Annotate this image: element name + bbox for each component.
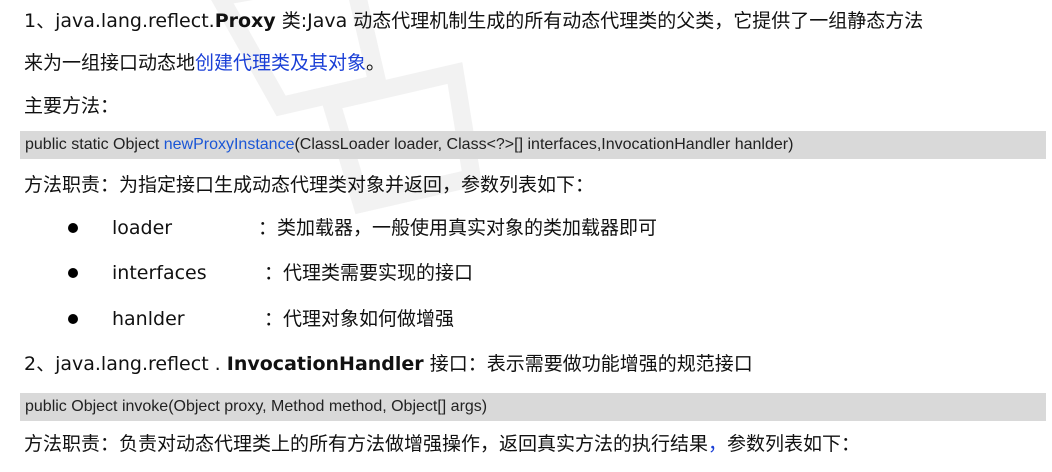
method-description-1: 方法职责：为指定接口生成动态代理类对象并返回，参数列表如下： — [24, 174, 595, 196]
ih-prefix: 2、java.lang.reflect . — [24, 353, 227, 375]
main-methods-label: 主要方法： — [24, 95, 120, 117]
ih-description: 接口：表示需要做功能增强的规范接口 — [423, 353, 753, 375]
bullet-icon — [68, 223, 78, 233]
ih-class-name: InvocationHandler — [226, 353, 424, 375]
param-name: hanlder — [112, 308, 185, 330]
proxy-description-cont: 来为一组接口动态地 — [24, 52, 196, 74]
bullet-icon — [68, 268, 78, 278]
desc2-text-a: 方法职责：负责对动态代理类上的所有方法做增强操作，返回真实方法的执行结果 — [24, 433, 709, 455]
param-name: loader — [112, 217, 173, 239]
code1-after: (ClassLoader loader, Class<?>[] interfac… — [294, 136, 794, 153]
code1-before: public static Object — [25, 136, 164, 153]
proxy-paragraph-line1: 1、java.lang.reflect.Proxy 类:Java 动态代理机制生… — [24, 7, 923, 35]
proxy-prefix: 1、java.lang.reflect. — [24, 10, 215, 32]
proxy-class-name: Proxy — [214, 10, 276, 32]
method-description-2: 方法职责：负责对动态代理类上的所有方法做增强操作，返回真实方法的执行结果，参数列… — [24, 430, 860, 458]
param-desc: ：代理类需要实现的接口 — [264, 262, 474, 284]
invocation-handler-paragraph: 2、java.lang.reflect . InvocationHandler … — [24, 350, 753, 378]
proxy-period: 。 — [366, 52, 386, 74]
desc2-comma: ， — [708, 433, 728, 455]
param-desc: ：类加载器，一般使用真实对象的类加载器即可 — [258, 217, 658, 239]
code-invoke: public Object invoke(Object proxy, Metho… — [20, 393, 1046, 421]
proxy-paragraph-line2: 来为一组接口动态地创建代理类及其对象。 — [24, 49, 385, 77]
param-name: interfaces — [112, 262, 207, 284]
create-proxy-link[interactable]: 创建代理类及其对象 — [195, 52, 366, 74]
param-desc: ：代理对象如何做增强 — [264, 308, 455, 330]
desc2-text-b: 参数列表如下： — [727, 433, 861, 455]
code-new-proxy-instance: public static Object newProxyInstance(Cl… — [20, 131, 1046, 159]
new-proxy-instance-link[interactable]: newProxyInstance — [164, 136, 295, 153]
bullet-icon — [68, 314, 78, 324]
proxy-description: 类:Java 动态代理机制生成的所有动态代理类的父类，它提供了一组静态方法 — [275, 10, 924, 32]
